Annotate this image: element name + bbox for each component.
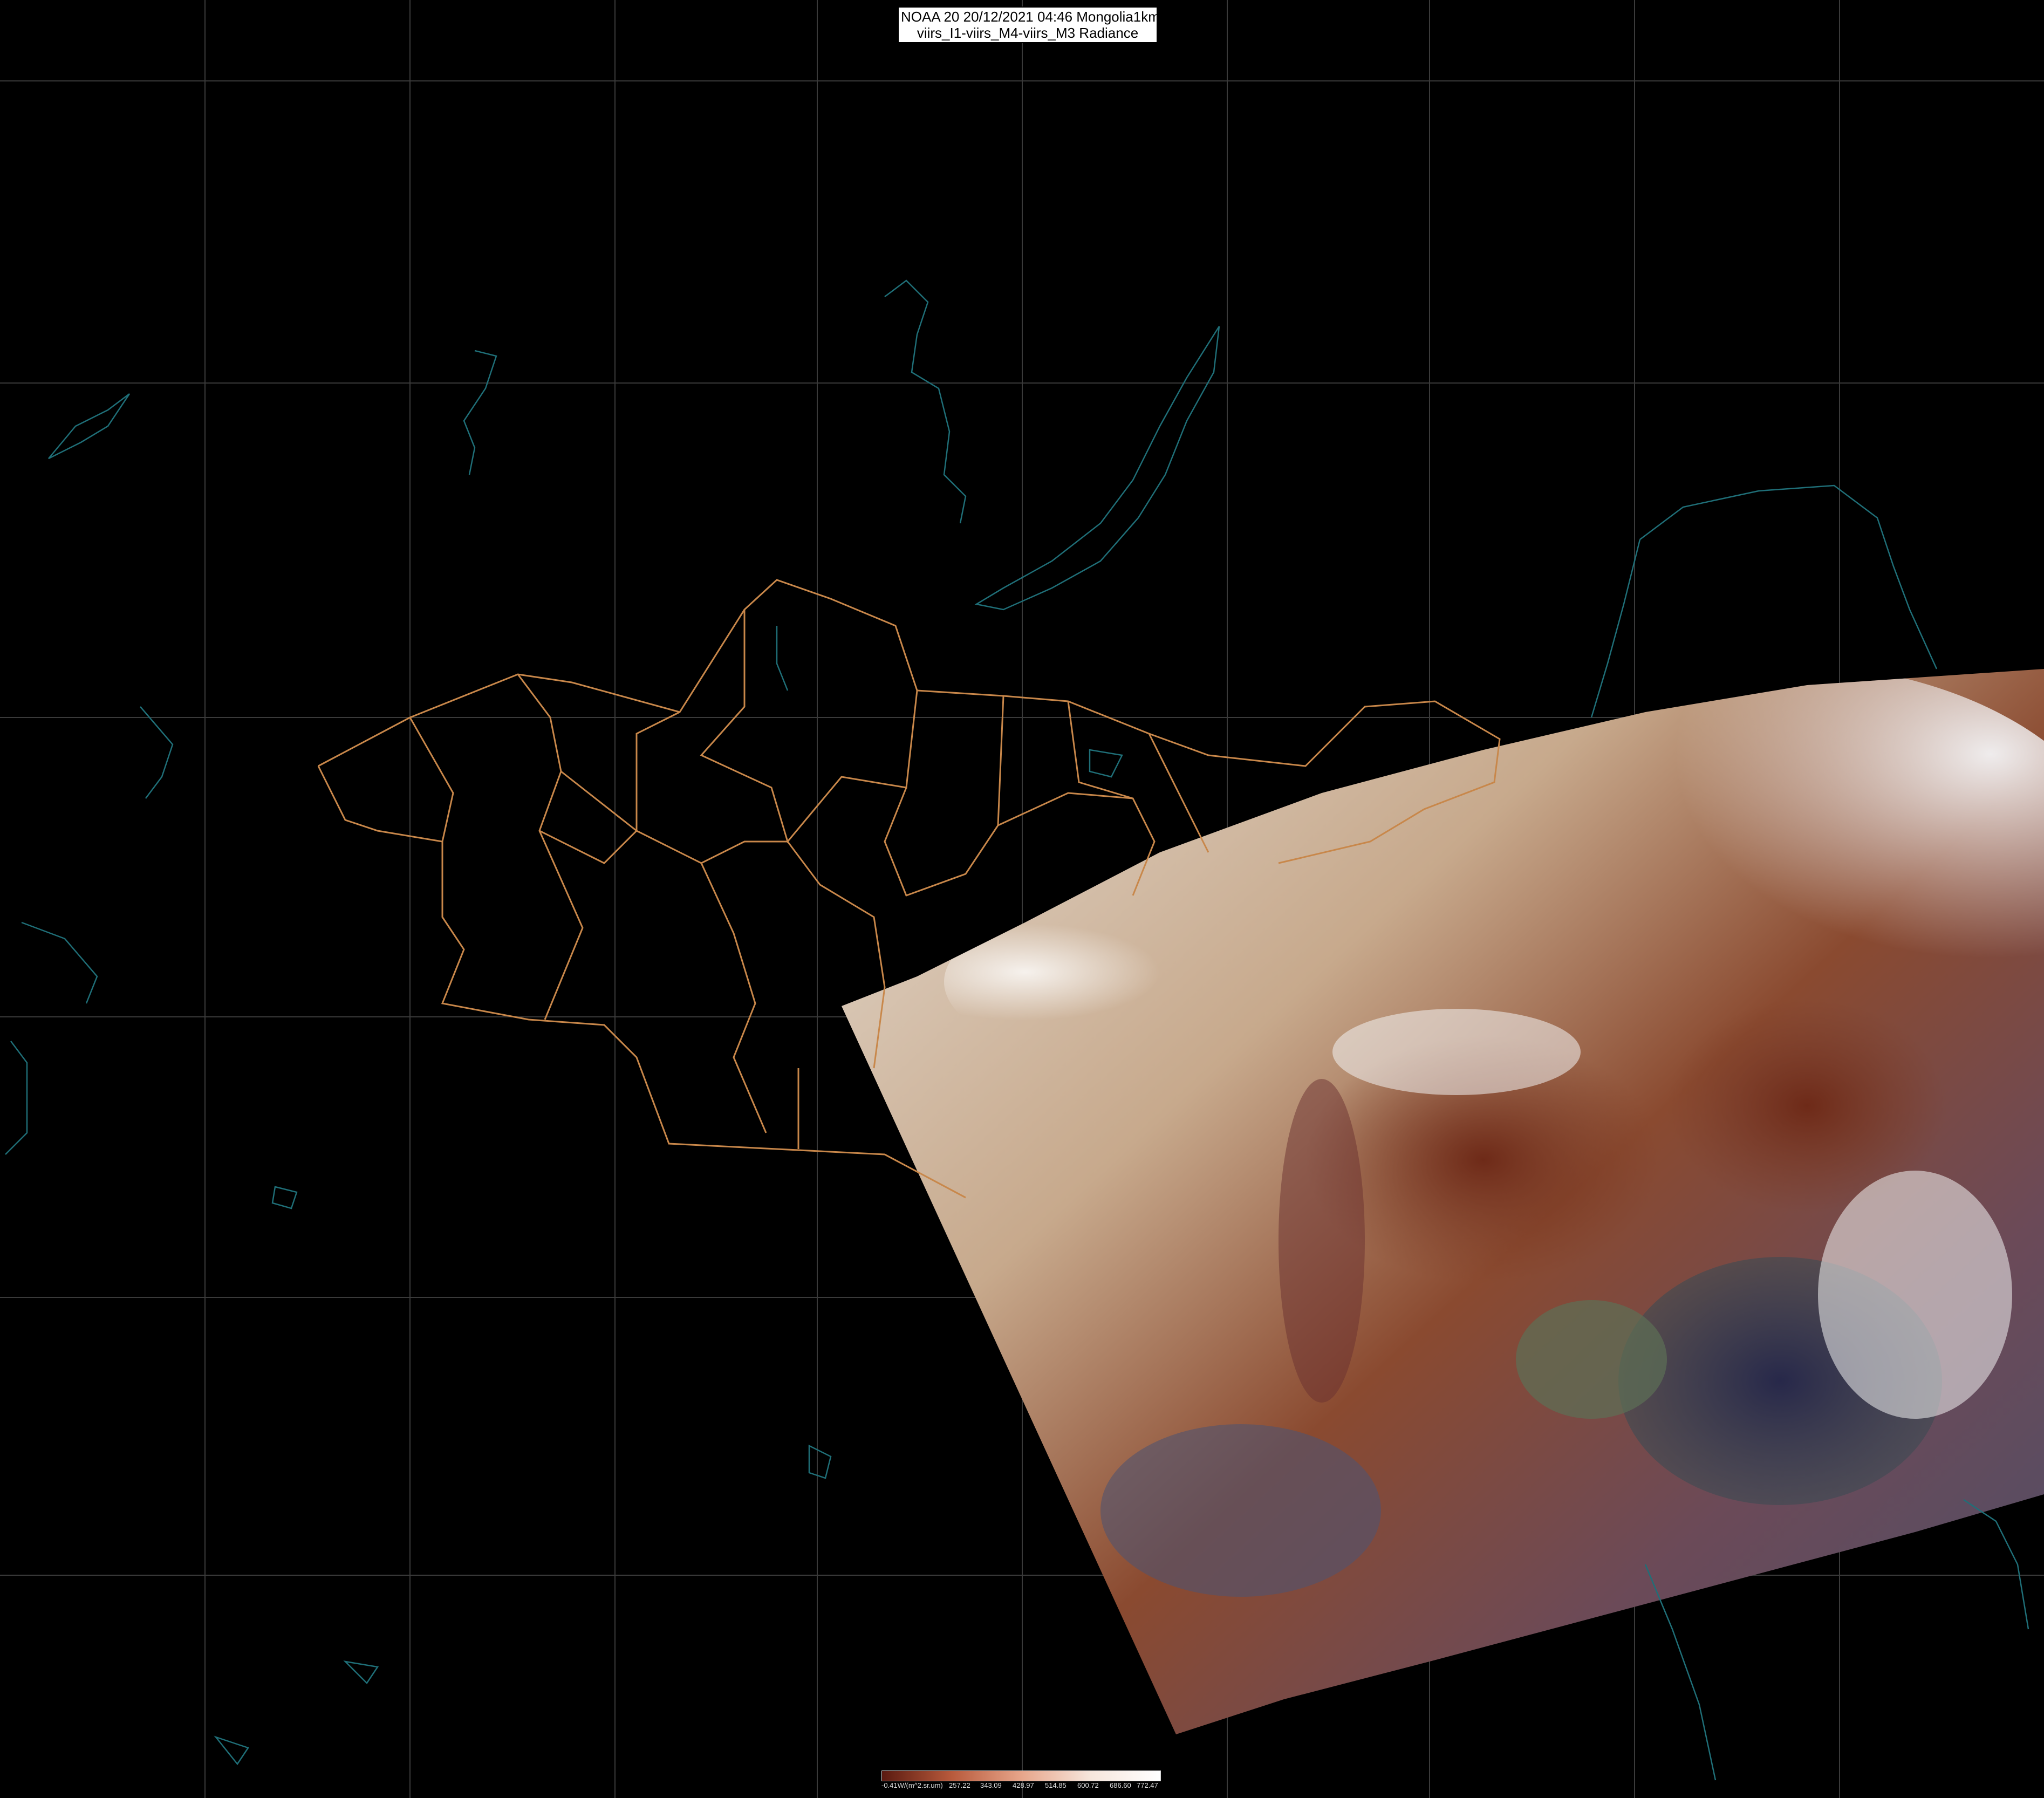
colorbar-tick: 514.85 bbox=[1045, 1781, 1067, 1789]
colorbar-tick: 600.72 bbox=[1077, 1781, 1099, 1789]
colorbar-labels: -0.41W/(m^2.sr.um) 257.22 343.09 428.97 … bbox=[881, 1781, 1160, 1791]
colorbar-tick: 343.09 bbox=[980, 1781, 1002, 1789]
colorbar-tick: 686.60 bbox=[1110, 1781, 1131, 1789]
colorbar-tick: 257.22 bbox=[949, 1781, 970, 1789]
colorbar-gradient bbox=[881, 1770, 1161, 1781]
map-title-line1: NOAA 20 20/12/2021 04:46 Mongolia1km bbox=[901, 9, 1160, 25]
satellite-swath bbox=[842, 669, 2044, 1734]
map-title-line2: viirs_I1-viirs_M4-viirs_M3 Radiance bbox=[917, 25, 1139, 41]
colorbar-unit-label: -0.41W/(m^2.sr.um) bbox=[881, 1781, 943, 1789]
colorbar: -0.41W/(m^2.sr.um) 257.22 343.09 428.97 … bbox=[881, 1770, 1161, 1792]
colorbar-tick: 428.97 bbox=[1013, 1781, 1034, 1789]
satellite-map bbox=[0, 0, 2044, 1798]
colorbar-tick: 772.47 bbox=[1137, 1781, 1158, 1789]
map-title-box: NOAA 20 20/12/2021 04:46 Mongolia1km vii… bbox=[898, 6, 1160, 43]
